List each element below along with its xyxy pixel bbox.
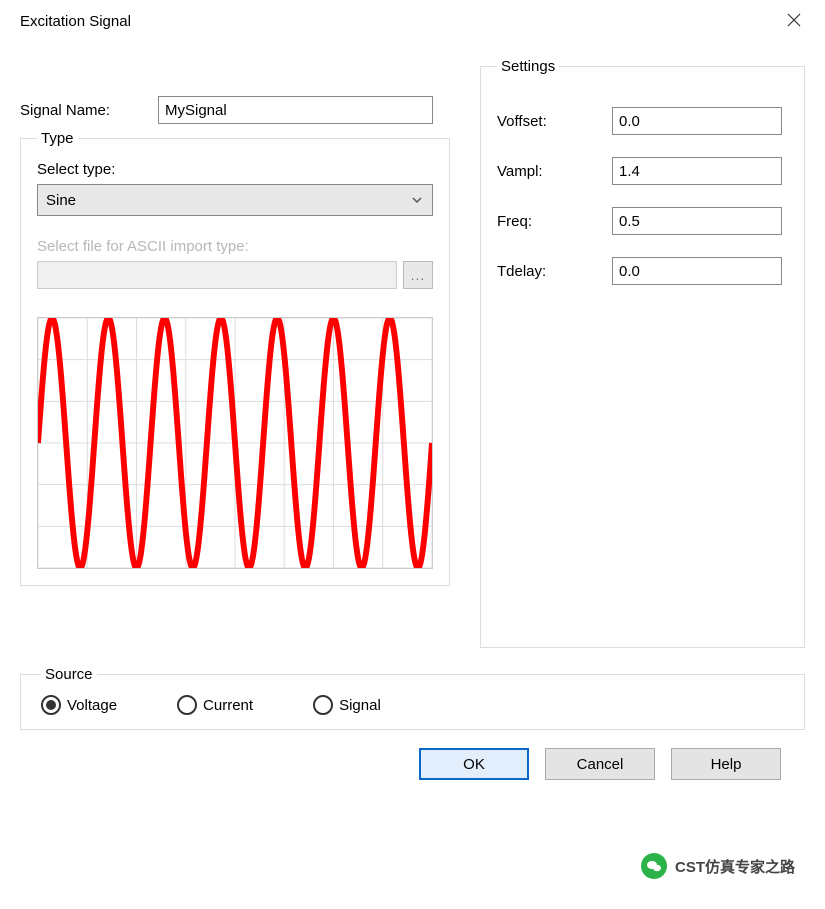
watermark: CST仿真专家之路 xyxy=(637,851,799,881)
radio-voltage-label: Voltage xyxy=(67,697,117,714)
source-group: Source Voltage Current Signal xyxy=(20,666,805,730)
voffset-input[interactable] xyxy=(612,107,782,135)
tdelay-row: Tdelay: xyxy=(497,257,788,285)
type-select-value: Sine xyxy=(46,192,76,209)
type-select[interactable]: Sine xyxy=(37,184,433,216)
title-bar: Excitation Signal xyxy=(0,0,825,42)
ascii-file-row: ... xyxy=(37,261,433,289)
help-button[interactable]: Help xyxy=(671,748,781,780)
signal-name-input[interactable] xyxy=(158,96,433,124)
radio-current[interactable]: Current xyxy=(177,695,253,715)
freq-label: Freq: xyxy=(497,213,612,230)
type-legend: Type xyxy=(37,130,78,147)
vampl-input[interactable] xyxy=(612,157,782,185)
main-columns: Signal Name: Type Select type: Sine Sele… xyxy=(20,62,805,648)
radio-voltage[interactable]: Voltage xyxy=(41,695,117,715)
settings-legend: Settings xyxy=(497,58,559,75)
right-column: Settings Voffset: Vampl: Freq: Tdelay: xyxy=(480,62,805,648)
type-group: Type Select type: Sine Select file for A… xyxy=(20,130,450,586)
radio-icon xyxy=(41,695,61,715)
watermark-text: CST仿真专家之路 xyxy=(675,856,795,877)
radio-icon xyxy=(177,695,197,715)
cancel-button[interactable]: Cancel xyxy=(545,748,655,780)
ascii-file-label: Select file for ASCII import type: xyxy=(37,238,433,255)
close-icon[interactable] xyxy=(779,7,809,36)
signal-name-label: Signal Name: xyxy=(20,102,158,119)
dialog-body: Signal Name: Type Select type: Sine Sele… xyxy=(0,42,825,800)
browse-button[interactable]: ... xyxy=(403,261,433,289)
vampl-label: Vampl: xyxy=(497,163,612,180)
left-column: Signal Name: Type Select type: Sine Sele… xyxy=(20,62,450,586)
source-legend: Source xyxy=(41,666,97,683)
signal-preview-plot xyxy=(37,317,433,569)
tdelay-label: Tdelay: xyxy=(497,263,612,280)
radio-icon xyxy=(313,695,333,715)
source-radio-row: Voltage Current Signal xyxy=(41,695,784,715)
tdelay-input[interactable] xyxy=(612,257,782,285)
radio-signal[interactable]: Signal xyxy=(313,695,381,715)
freq-row: Freq: xyxy=(497,207,788,235)
window-title: Excitation Signal xyxy=(20,13,131,30)
chevron-down-icon xyxy=(410,193,424,207)
radio-signal-label: Signal xyxy=(339,697,381,714)
vampl-row: Vampl: xyxy=(497,157,788,185)
settings-group: Settings Voffset: Vampl: Freq: Tdelay: xyxy=(480,58,805,648)
voffset-label: Voffset: xyxy=(497,113,612,130)
freq-input[interactable] xyxy=(612,207,782,235)
select-type-label: Select type: xyxy=(37,161,433,178)
voffset-row: Voffset: xyxy=(497,107,788,135)
ascii-file-input xyxy=(37,261,397,289)
signal-name-row: Signal Name: xyxy=(20,96,450,124)
dialog-buttons: OK Cancel Help xyxy=(20,730,805,790)
wechat-icon xyxy=(641,853,667,879)
radio-current-label: Current xyxy=(203,697,253,714)
ok-button[interactable]: OK xyxy=(419,748,529,780)
